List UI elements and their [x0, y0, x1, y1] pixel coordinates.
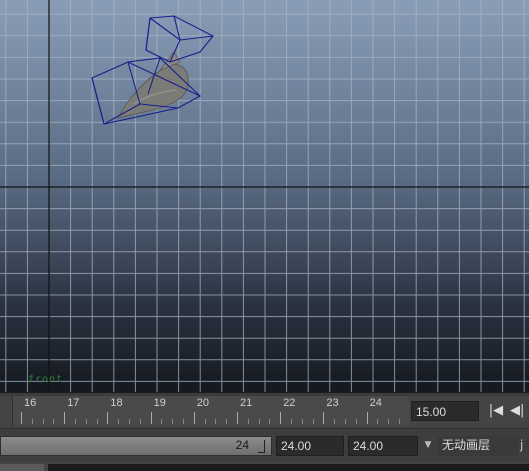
minor-tick — [334, 419, 336, 424]
frame-tick-label: 16 — [24, 397, 37, 409]
frame-tick-label: 19 — [153, 397, 166, 409]
minor-tick — [96, 419, 98, 424]
go-to-start-icon[interactable]: |◀ — [485, 400, 507, 422]
minor-tick — [301, 419, 303, 424]
minor-tick — [226, 419, 228, 424]
step-back-icon[interactable]: ◀| — [510, 400, 529, 422]
frame-tick — [237, 412, 238, 424]
range-handle-icon[interactable] — [258, 440, 265, 453]
frame-tick-label: 17 — [67, 397, 80, 409]
range-slider-row: 24 24.00 24.00 ▼ 无动画层 j — [0, 428, 529, 463]
frame-tick-label: 24 — [369, 397, 382, 409]
viewport-grid — [0, 0, 529, 392]
frame-tick — [323, 412, 325, 424]
frame-tick-label: 22 — [283, 397, 296, 409]
time-slider[interactable]: 16 17 18 19 20 21 22 23 24 — [12, 396, 409, 426]
minor-tick — [53, 419, 55, 424]
minor-tick — [269, 419, 271, 424]
chevron-down-icon[interactable]: ▼ — [422, 438, 434, 452]
frame-tick-label: 18 — [110, 397, 123, 409]
command-line-strip — [0, 462, 529, 471]
frame-tick-label: 21 — [240, 397, 253, 409]
minor-tick — [215, 419, 217, 424]
minor-tick — [377, 419, 379, 424]
time-slider-row: 16 17 18 19 20 21 22 23 24 15.00 |◀ ◀| — [0, 396, 529, 428]
animation-end-field[interactable]: 24.00 — [276, 436, 344, 456]
minor-tick — [247, 419, 249, 424]
minor-tick — [291, 419, 292, 424]
minor-tick — [172, 419, 174, 424]
frame-tick — [193, 412, 195, 424]
frame-tick — [366, 412, 368, 424]
frame-tick — [21, 412, 22, 424]
frame-tick — [150, 412, 152, 424]
minor-tick — [85, 419, 87, 424]
current-frame-field[interactable]: 15.00 — [411, 401, 479, 421]
minor-tick — [355, 419, 357, 424]
playback-end-field[interactable]: 24.00 — [348, 436, 418, 456]
front-viewport[interactable]: front — [0, 0, 529, 392]
minor-tick — [258, 419, 260, 424]
frame-tick — [107, 412, 109, 424]
minor-tick — [312, 419, 314, 424]
frame-tick-label: 23 — [326, 397, 339, 409]
minor-tick — [388, 419, 390, 424]
minor-tick — [42, 419, 44, 424]
minor-tick — [118, 419, 120, 424]
minor-tick — [345, 419, 346, 424]
range-slider-bar[interactable]: 24 — [0, 436, 272, 456]
minor-tick — [75, 419, 76, 424]
frame-tick — [64, 412, 66, 424]
anim-layer-extra: j — [520, 438, 524, 452]
command-line-input[interactable] — [48, 464, 529, 471]
minor-tick — [399, 419, 400, 424]
minor-tick — [139, 419, 141, 424]
command-language-tab[interactable] — [0, 464, 44, 471]
maya-window: front 16 17 18 19 20 21 22 23 24 15.00 |◀ ◀| 24 … — [0, 0, 529, 471]
minor-tick — [129, 419, 130, 424]
minor-tick — [161, 419, 163, 424]
camera-label: front — [28, 374, 64, 385]
range-end-value: 24 — [235, 438, 249, 452]
minor-tick — [204, 419, 206, 424]
minor-tick — [183, 419, 184, 424]
minor-tick — [31, 419, 33, 424]
frame-tick — [280, 412, 282, 424]
frame-tick-label: 20 — [196, 397, 210, 409]
anim-layer-dropdown[interactable]: 无动画层 — [437, 436, 519, 456]
